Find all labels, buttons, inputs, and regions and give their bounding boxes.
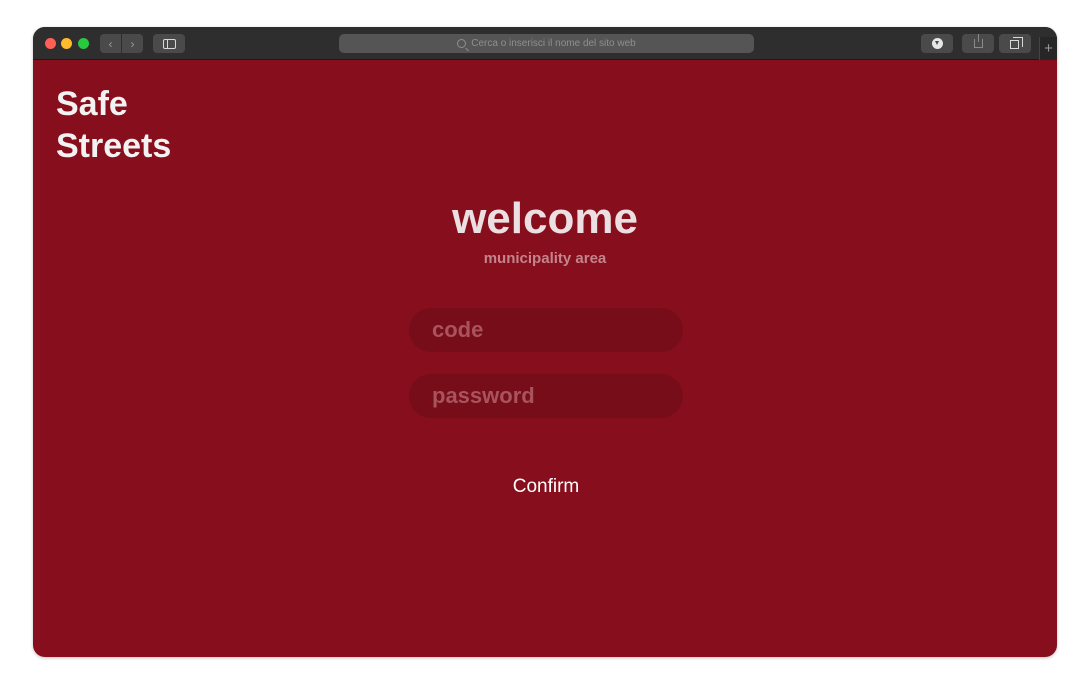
password-input[interactable] [409,374,683,418]
browser-window: ‹ › Cerca o inserisci il nome del sito w… [33,27,1057,657]
chevron-right-icon: › [130,36,135,51]
sidebar-toggle-button[interactable] [153,34,185,53]
downloads-button[interactable] [921,34,953,53]
new-tab-button[interactable]: + [1039,37,1057,60]
brand-logo: Safe Streets [56,83,171,167]
share-button[interactable] [962,34,994,53]
tab-overview-button[interactable] [999,34,1031,53]
maximize-window-button[interactable] [78,38,89,49]
confirm-button[interactable]: Confirm [486,473,606,501]
page-title: welcome [452,194,638,243]
tabs-icon [1009,37,1023,49]
download-icon [931,38,943,49]
sidebar-icon [162,38,176,49]
page-subtitle: municipality area [483,250,607,267]
forward-button[interactable]: › [122,34,143,53]
chevron-left-icon: ‹ [108,36,113,51]
address-placeholder: Cerca o inserisci il nome del sito web [471,38,636,49]
share-icon [973,34,983,48]
close-window-button[interactable] [45,38,56,49]
address-bar[interactable]: Cerca o inserisci il nome del sito web [339,34,754,53]
minimize-window-button[interactable] [61,38,72,49]
search-icon [457,39,467,48]
brand-line-safe: Safe [56,85,128,123]
code-input[interactable] [409,308,683,352]
brand-line-streets: Streets [56,127,172,165]
browser-toolbar: ‹ › Cerca o inserisci il nome del sito w… [33,27,1057,60]
back-button[interactable]: ‹ [100,34,121,53]
